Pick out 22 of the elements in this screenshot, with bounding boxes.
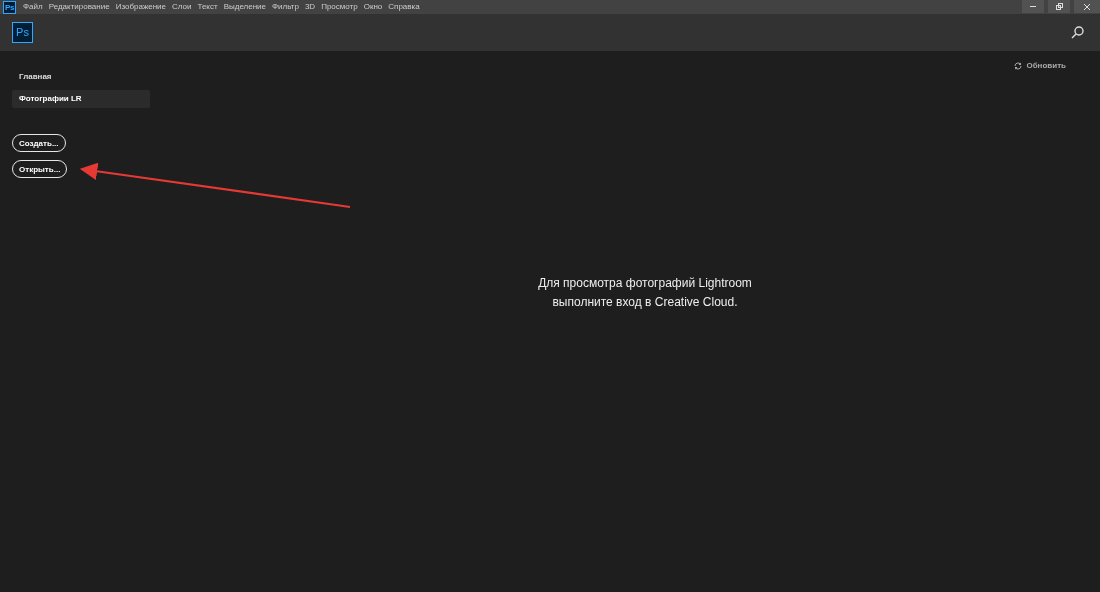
restore-icon[interactable] bbox=[1048, 0, 1070, 13]
menu-item[interactable]: Редактирование bbox=[45, 0, 113, 14]
message-text: выполните вход в Creative Cloud. bbox=[551, 293, 739, 311]
menu-item[interactable]: Изображение bbox=[112, 0, 170, 14]
menu-item[interactable]: Окно bbox=[360, 0, 386, 14]
refresh-icon bbox=[1014, 62, 1023, 70]
search-icon[interactable] bbox=[1071, 26, 1084, 39]
menu-item[interactable]: Фильтр bbox=[269, 0, 302, 14]
menu-item[interactable]: Слои bbox=[169, 0, 195, 14]
sidebar-item[interactable]: Фотографии LR bbox=[12, 90, 150, 108]
menu-item[interactable]: Справка bbox=[385, 0, 423, 14]
menu-item[interactable]: 3D bbox=[301, 0, 319, 14]
refresh-button[interactable]: Обновить bbox=[1008, 59, 1072, 73]
message-text: Для просмотра фотографий Lightroom bbox=[538, 274, 752, 292]
menu-item[interactable]: Выделение bbox=[220, 0, 269, 14]
sidebar-item[interactable]: Главная bbox=[12, 68, 150, 86]
app-icon[interactable]: Ps bbox=[3, 0, 16, 14]
menu-item[interactable]: Текст bbox=[194, 0, 221, 14]
close-icon[interactable] bbox=[1074, 0, 1100, 13]
menu-item[interactable]: Просмотр bbox=[318, 0, 361, 14]
app-logo: Ps bbox=[12, 22, 33, 43]
menu-item[interactable]: Файл bbox=[20, 0, 46, 14]
